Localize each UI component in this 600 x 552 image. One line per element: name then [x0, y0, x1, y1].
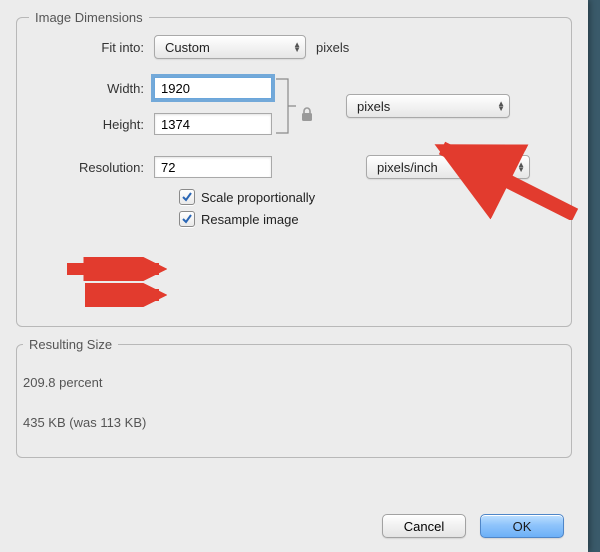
resample-image-label: Resample image [201, 212, 299, 227]
height-input[interactable] [154, 113, 272, 135]
fit-into-value: Custom [165, 40, 210, 55]
width-label: Width: [29, 81, 154, 96]
cancel-button[interactable]: Cancel [382, 514, 466, 538]
result-size: 435 KB (was 113 KB) [23, 415, 559, 430]
dialog-buttons: Cancel OK [382, 514, 564, 538]
resolution-label: Resolution: [29, 160, 154, 175]
annotation-arrow-icon [85, 283, 167, 307]
wh-unit-select[interactable]: pixels ▲▼ [346, 94, 510, 118]
scale-proportionally-label: Scale proportionally [201, 190, 315, 205]
resolution-unit-select[interactable]: pixels/inch ▲▼ [366, 155, 530, 179]
wh-unit-value: pixels [357, 99, 390, 114]
ok-button[interactable]: OK [480, 514, 564, 538]
resulting-size-title: Resulting Size [23, 337, 118, 352]
image-dimensions-group: Image Dimensions Fit into: Custom ▲▼ pix… [16, 10, 572, 327]
updown-icon: ▲▼ [293, 42, 301, 52]
check-icon [181, 213, 193, 225]
updown-icon: ▲▼ [497, 101, 505, 111]
fit-into-select[interactable]: Custom ▲▼ [154, 35, 306, 59]
check-icon [181, 191, 193, 203]
height-label: Height: [29, 117, 154, 132]
result-percent: 209.8 percent [23, 375, 559, 390]
scale-proportionally-checkbox[interactable] [179, 189, 195, 205]
resolution-input[interactable] [154, 156, 272, 178]
resample-image-checkbox[interactable] [179, 211, 195, 227]
fit-into-label: Fit into: [29, 40, 154, 55]
updown-icon: ▲▼ [517, 162, 525, 172]
link-bracket [274, 71, 298, 141]
resolution-unit-value: pixels/inch [377, 160, 438, 175]
resulting-size-group: Resulting Size 209.8 percent 435 KB (was… [16, 337, 572, 458]
annotation-arrow-icon [67, 257, 167, 281]
width-input[interactable] [154, 77, 272, 99]
fit-into-suffix: pixels [316, 40, 349, 55]
dialog-panel: Image Dimensions Fit into: Custom ▲▼ pix… [0, 0, 588, 552]
image-dimensions-title: Image Dimensions [29, 10, 149, 25]
